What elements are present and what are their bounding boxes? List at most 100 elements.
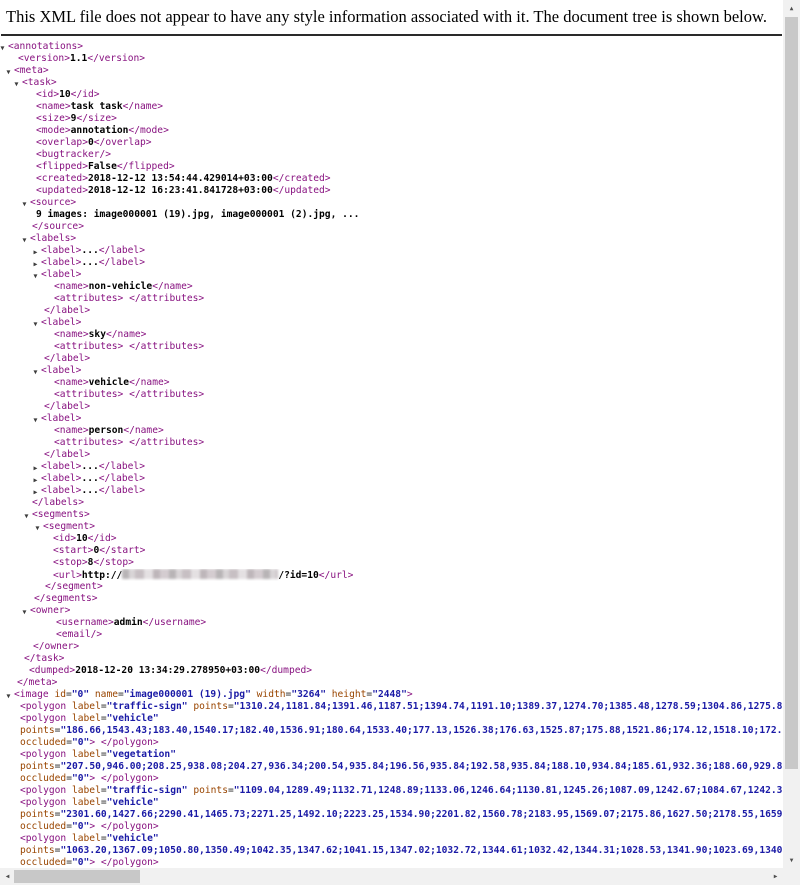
- xml-line: <mode>annotation</mode>: [0, 125, 783, 137]
- scroll-left-button[interactable]: ◀: [0, 868, 15, 885]
- xml-line: occluded="0"> </polygon>: [0, 857, 783, 868]
- expand-arrow-icon[interactable]: ▶: [31, 462, 40, 473]
- expand-arrow-icon[interactable]: ▶: [31, 258, 40, 269]
- xml-token: vehicle: [89, 377, 129, 388]
- vertical-scrollbar-thumb[interactable]: [785, 17, 798, 769]
- xml-token: </id>: [88, 533, 117, 544]
- collapse-arrow-icon[interactable]: ▼: [0, 42, 7, 53]
- xml-line: <name>task task</name>: [0, 101, 783, 113]
- xml-line: ▶<label>...</label>: [0, 485, 783, 497]
- xml-token: occluded: [20, 821, 66, 832]
- xml-token: "3264": [291, 689, 326, 700]
- xml-token: name: [95, 689, 118, 700]
- xml-token: <attributes>: [54, 437, 123, 448]
- collapse-arrow-icon[interactable]: ▼: [31, 366, 40, 377]
- xml-token: "vegetation": [107, 749, 176, 760]
- xml-line: ▼<owner>: [0, 605, 783, 617]
- expand-arrow-icon[interactable]: ▶: [31, 474, 40, 485]
- xml-token: <dumped>: [29, 665, 75, 676]
- xml-token: <label>: [41, 413, 81, 424]
- xml-token: label: [72, 785, 101, 796]
- xml-line: <dumped>2018-12-20 13:34:29.278950+03:00…: [0, 665, 783, 677]
- xml-token: <updated>: [36, 185, 88, 196]
- xml-line: points="207.50,946.00;208.25,938.08;204.…: [0, 761, 783, 773]
- scroll-left-icon: ◀: [6, 873, 10, 880]
- xml-token: </stop>: [93, 557, 133, 568]
- xml-line: points="2301.60,1427.66;2290.41,1465.73;…: [0, 809, 783, 821]
- xml-token: 2018-12-12 16:23:41.841728+03:00: [88, 185, 273, 196]
- xml-token: <stop>: [53, 557, 88, 568]
- xml-token: points: [193, 701, 228, 712]
- collapse-arrow-icon[interactable]: ▼: [20, 198, 29, 209]
- xml-token: <polygon: [20, 833, 72, 844]
- xml-line: <polygon label="traffic-sign" points="11…: [0, 785, 783, 797]
- collapse-arrow-icon[interactable]: ▼: [20, 606, 29, 617]
- xml-token: ...: [81, 245, 98, 256]
- xml-line: occluded="0"> </polygon>: [0, 737, 783, 749]
- xml-line: ▶<label>...</label>: [0, 257, 783, 269]
- xml-line: ▼<image id="0" name="image000001 (19).jp…: [0, 689, 783, 701]
- xml-token: <id>: [36, 89, 59, 100]
- xml-token: </polygon>: [101, 737, 159, 748]
- xml-line: ▼<label>: [0, 413, 783, 425]
- xml-token: </labels>: [32, 497, 84, 508]
- scrollbar-corner: [783, 868, 800, 885]
- xml-line: points="186.66,1543.43;183.40,1540.17;18…: [0, 725, 783, 737]
- xml-token: </source>: [32, 221, 84, 232]
- xml-token: <segment>: [43, 521, 95, 532]
- scroll-up-button[interactable]: ▲: [783, 0, 800, 16]
- xml-token: <mode>: [36, 125, 71, 136]
- xml-line: <polygon label="vehicle": [0, 833, 783, 845]
- xml-line: <created>2018-12-12 13:54:44.429014+03:0…: [0, 173, 783, 185]
- xml-line: </label>: [0, 401, 783, 413]
- xml-token: <username>: [56, 617, 114, 628]
- xml-viewer: This XML file does not appear to have an…: [0, 0, 783, 868]
- xml-token: </label>: [99, 461, 145, 472]
- xml-line: ▼<source>: [0, 197, 783, 209]
- xml-token: </segment>: [45, 581, 103, 592]
- expand-arrow-icon[interactable]: ▶: [31, 486, 40, 497]
- xml-token: <label>: [41, 269, 81, 280]
- xml-token: ...: [81, 257, 98, 268]
- xml-token: </attributes>: [129, 389, 204, 400]
- collapse-arrow-icon[interactable]: ▼: [12, 78, 21, 89]
- xml-token: points: [20, 845, 55, 856]
- scroll-down-button[interactable]: ▼: [783, 852, 800, 868]
- collapse-arrow-icon[interactable]: ▼: [33, 522, 42, 533]
- xml-line: ▼<segments>: [0, 509, 783, 521]
- collapse-arrow-icon[interactable]: ▼: [31, 414, 40, 425]
- xml-line: </segments>: [0, 593, 783, 605]
- xml-token: </url>: [319, 570, 354, 581]
- collapse-arrow-icon[interactable]: ▼: [4, 66, 13, 77]
- xml-token: <polygon: [20, 713, 72, 724]
- collapse-arrow-icon[interactable]: ▼: [4, 690, 13, 701]
- xml-token: "0": [72, 737, 89, 748]
- xml-token: </attributes>: [129, 293, 204, 304]
- xml-token: label: [72, 701, 101, 712]
- collapse-arrow-icon[interactable]: ▼: [31, 318, 40, 329]
- xml-line: points="1063.20,1367.09;1050.80,1350.49;…: [0, 845, 783, 857]
- xml-line: </segment>: [0, 581, 783, 593]
- xml-line: ▼<label>: [0, 269, 783, 281]
- horizontal-scrollbar-thumb[interactable]: [14, 870, 140, 883]
- xml-line: </meta>: [0, 677, 783, 689]
- collapse-arrow-icon[interactable]: ▼: [22, 510, 31, 521]
- xml-token: <owner>: [30, 605, 70, 616]
- xml-token: <label>: [41, 317, 81, 328]
- scroll-right-button[interactable]: ▶: [768, 868, 783, 885]
- collapse-arrow-icon[interactable]: ▼: [20, 234, 29, 245]
- xml-token: <name>: [54, 425, 89, 436]
- xml-token: <polygon: [20, 785, 72, 796]
- xml-token: ...: [81, 473, 98, 484]
- xml-token: <meta>: [14, 65, 49, 76]
- xml-token: >: [407, 689, 413, 700]
- xml-token: False: [88, 161, 117, 172]
- vertical-scrollbar[interactable]: ▲ ▼: [783, 0, 800, 868]
- horizontal-scrollbar[interactable]: ◀ ▶: [0, 868, 783, 885]
- xml-token: "image000001 (19).jpg": [124, 689, 251, 700]
- collapse-arrow-icon[interactable]: ▼: [31, 270, 40, 281]
- xml-line: ▼<annotations>: [0, 41, 783, 53]
- expand-arrow-icon[interactable]: ▶: [31, 246, 40, 257]
- xml-token: <polygon: [20, 749, 72, 760]
- xml-token: </name>: [123, 425, 163, 436]
